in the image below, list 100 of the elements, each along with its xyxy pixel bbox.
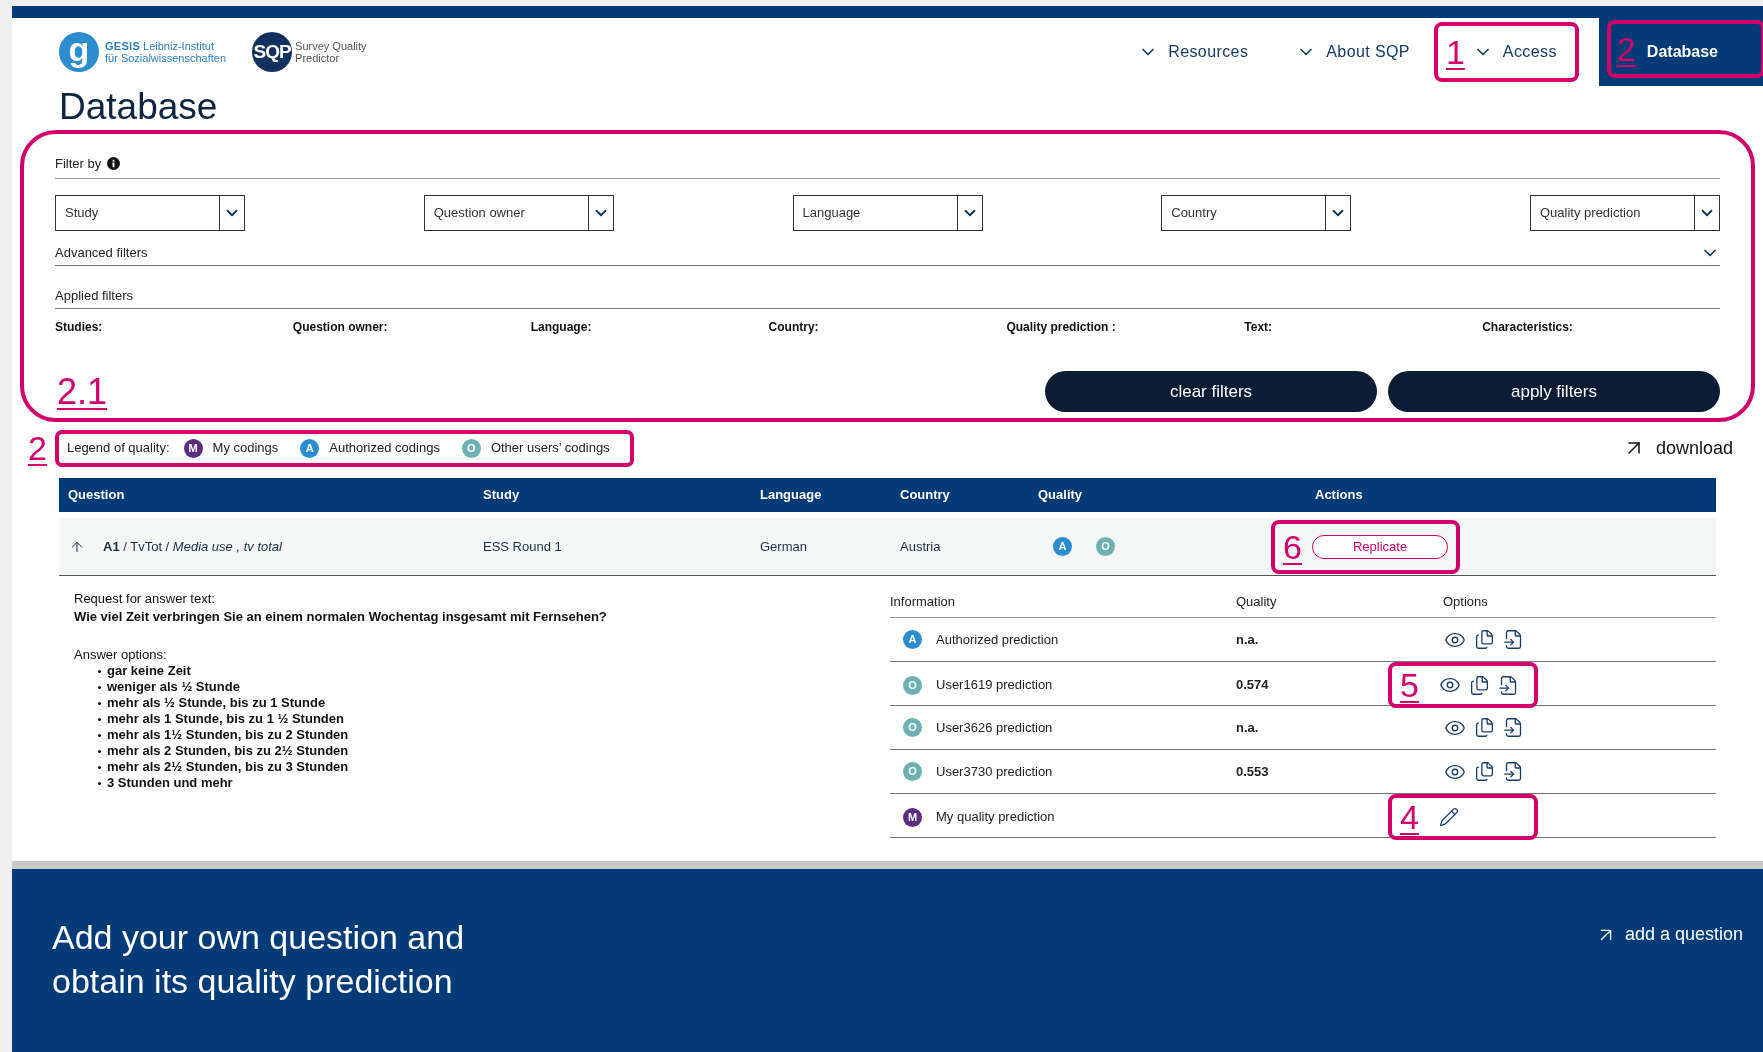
legend-item: My codings [212, 439, 279, 458]
filter-dropdown[interactable]: Question owner [423, 194, 614, 231]
answer-option: mehr als 1½ Stunden, bis zu 2 Stunden [107, 727, 349, 743]
info-icon [107, 157, 121, 171]
logo-text: für Sozialwissenschaften [105, 52, 227, 64]
page-title: Database [58, 86, 219, 129]
documents-icon[interactable] [1474, 761, 1495, 782]
filter-button[interactable]: apply filters [1388, 371, 1720, 412]
advanced-filters-toggle[interactable]: Advanced filters [55, 242, 1720, 266]
quality-badge: O [903, 718, 922, 737]
logo-text: Survey Quality [295, 40, 367, 52]
bullet-icon [98, 701, 101, 705]
quality-badge: O [903, 675, 922, 695]
quality-badge: A [300, 438, 320, 458]
applied-filter-label: Quality prediction : [1006, 319, 1116, 336]
prediction-label: Authorized prediction [936, 630, 1059, 649]
bullet-icon [98, 749, 101, 753]
applied-filter-label: Text: [1244, 319, 1273, 336]
pencil-icon[interactable] [1438, 807, 1459, 827]
quality-badge: O [461, 438, 481, 458]
question-text: Wie viel Zeit verbringen Sie an einem normalen Wochentag insgesamt mit Fernsehen? [74, 609, 607, 625]
annotation-number: 2.1 [57, 374, 108, 410]
quality-badge: M [183, 438, 203, 458]
answer-option: gar keine Zeit [107, 663, 191, 679]
quality-badge: M [903, 807, 922, 827]
table-cell-text: A1 / TvTot / Media use , tv total [103, 537, 282, 556]
answer-option: mehr als ½ Stunde, bis zu 1 Stunde [107, 695, 326, 711]
quality-badge: O [1096, 537, 1115, 556]
logo-text: GESIS Leibniz-Institut [105, 40, 215, 52]
bullet-icon [98, 717, 101, 721]
annotation-number: 6 [1283, 529, 1302, 564]
annotation-number: 5 [1400, 668, 1419, 702]
answer-option: mehr als 2 Stunden, bis zu 2½ Stunden [107, 743, 349, 759]
documents-icon[interactable] [1474, 717, 1495, 738]
legend-label: Legend of quality: [66, 439, 170, 458]
replicate-button[interactable]: Replicate [1311, 534, 1449, 559]
answer-option: mehr als 1 Stunde, bis zu 1 ½ Stunden [107, 711, 344, 727]
quality-value: 0.553 [1236, 762, 1269, 781]
table-cell-text: ESS Round 1 [483, 537, 562, 556]
applied-filter-label: Studies: [55, 319, 103, 336]
column-header: Country [900, 486, 950, 505]
column-header: Question [67, 486, 125, 505]
table-cell-text: German [760, 537, 807, 556]
document-arrow-icon[interactable] [1503, 717, 1524, 738]
document-arrow-icon[interactable] [1503, 761, 1524, 782]
nav-tab[interactable]: About SQP [1296, 40, 1410, 64]
applied-filter-label: Characteristics: [1482, 319, 1573, 336]
nav-tab[interactable]: Resources [1138, 40, 1249, 64]
section-heading: Applied filters [55, 285, 1720, 309]
applied-filter-label: Country: [768, 319, 819, 336]
footer-heading: obtain its quality prediction [52, 961, 454, 1002]
answer-option: weniger als ½ Stunde [107, 679, 240, 695]
gesis-logo-mark: g [59, 32, 99, 72]
bullet-icon [98, 685, 101, 689]
legend-item: Authorized codings [329, 439, 440, 458]
filter-dropdown[interactable]: Quality prediction [1530, 194, 1720, 231]
quality-value: n.a. [1236, 718, 1259, 737]
annotation-number: 2 [1616, 30, 1636, 68]
filter-button[interactable]: clear filters [1045, 371, 1377, 412]
answer-option: 3 Stunden und mehr [107, 775, 233, 791]
nav-tab[interactable]: Access [1472, 40, 1557, 64]
column-header: Quality [1038, 486, 1083, 505]
quality-badge: A [903, 630, 922, 649]
prediction-label: My quality prediction [936, 808, 1055, 827]
applied-filter-label: Question owner: [292, 319, 388, 336]
column-header: Actions [1315, 486, 1363, 505]
annotation-number: 4 [1400, 800, 1419, 834]
bullet-icon [98, 733, 101, 737]
detail-label: Answer options: [74, 647, 167, 663]
prediction-label: User3730 prediction [936, 762, 1053, 781]
documents-icon[interactable] [1474, 629, 1495, 650]
table-cell-text: Austria [900, 537, 941, 556]
quality-badge: O [903, 762, 922, 781]
document-arrow-icon[interactable] [1503, 629, 1524, 650]
sqp-logo-mark: SQP [252, 32, 293, 72]
bullet-icon [98, 765, 101, 769]
column-header: Options [1443, 592, 1488, 611]
prediction-label: User3626 prediction [936, 718, 1053, 737]
document-arrow-icon[interactable] [1497, 674, 1519, 696]
add-question-link[interactable]: add a question [1594, 921, 1743, 948]
quality-value: 0.574 [1236, 676, 1269, 695]
documents-icon[interactable] [1468, 674, 1490, 696]
download-link[interactable]: download [1621, 434, 1733, 462]
quality-badge: A [1053, 537, 1072, 556]
bullet-icon [98, 669, 101, 673]
prediction-label: User1619 prediction [936, 676, 1053, 695]
logo-text: Predictor [295, 52, 341, 64]
legend-item: Other users’ codings [490, 439, 610, 458]
footer-heading: Add your own question and [52, 917, 465, 958]
filter-label: Filter by [55, 155, 102, 173]
filter-dropdown[interactable]: Study [55, 194, 245, 231]
detail-label: Request for answer text: [74, 591, 215, 607]
annotation-number: 2 [28, 431, 47, 465]
bullet-icon [98, 781, 101, 785]
annotation-number: 1 [1445, 35, 1465, 69]
filter-dropdown[interactable]: Language [792, 194, 983, 231]
table-row[interactable]: A1 / TvTot / Media use , tv total ESS Round 1 German Austria A O 6 Replicate [59, 518, 1716, 576]
column-header: Information [890, 592, 956, 611]
column-header: Quality [1236, 592, 1277, 611]
filter-dropdown[interactable]: Country [1161, 194, 1352, 231]
